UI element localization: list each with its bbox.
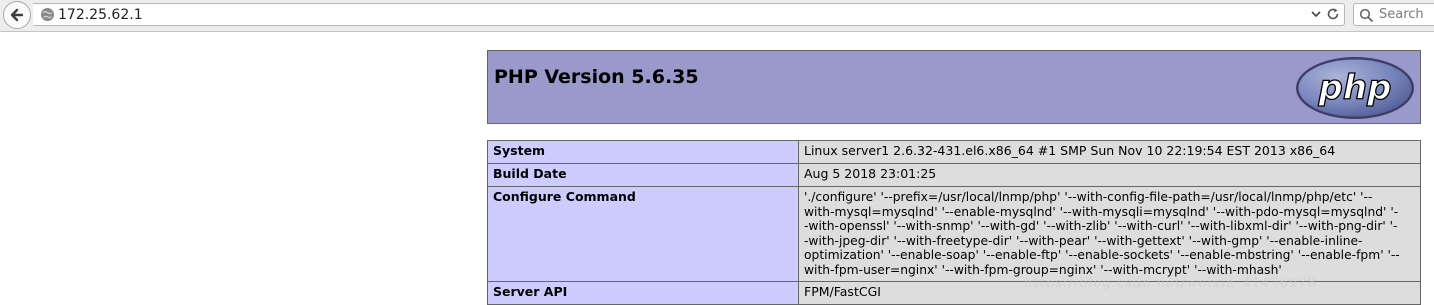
browser-toolbar: 172.25.62.1 Search bbox=[0, 0, 1434, 32]
watermark: https://blog.csdn.net/weixin_41476978 bbox=[1024, 276, 1317, 291]
php-version-header: PHP Version 5.6.35 php bbox=[487, 50, 1421, 124]
address-bar[interactable]: 172.25.62.1 bbox=[33, 3, 1345, 26]
row-value: './configure' '--prefix=/usr/local/lnmp/… bbox=[798, 186, 1421, 282]
row-label: Configure Command bbox=[487, 186, 799, 282]
search-icon bbox=[1359, 8, 1374, 23]
table-row: System Linux server1 2.6.32-431.el6.x86_… bbox=[487, 140, 1421, 164]
url-text[interactable]: 172.25.62.1 bbox=[58, 6, 143, 24]
php-logo[interactable]: php bbox=[1294, 55, 1416, 121]
row-label: Build Date bbox=[487, 163, 799, 187]
back-button[interactable] bbox=[3, 1, 31, 29]
row-value: Linux server1 2.6.32-431.el6.x86_64 #1 S… bbox=[798, 140, 1421, 164]
globe-icon bbox=[40, 7, 55, 22]
search-bar[interactable]: Search bbox=[1353, 3, 1434, 26]
row-value: Aug 5 2018 23:01:25 bbox=[798, 163, 1421, 187]
back-arrow-icon bbox=[10, 8, 24, 22]
page-title: PHP Version 5.6.35 bbox=[494, 66, 699, 88]
row-label: Server API bbox=[487, 281, 799, 305]
search-placeholder[interactable]: Search bbox=[1379, 7, 1424, 23]
row-label: System bbox=[487, 140, 799, 164]
table-row: Configure Command './configure' '--prefi… bbox=[487, 186, 1421, 282]
svg-text:php: php bbox=[1318, 68, 1392, 108]
table-row: Build Date Aug 5 2018 23:01:25 bbox=[487, 163, 1421, 187]
chevron-down-icon[interactable] bbox=[1310, 8, 1322, 20]
reload-icon[interactable] bbox=[1326, 7, 1340, 21]
